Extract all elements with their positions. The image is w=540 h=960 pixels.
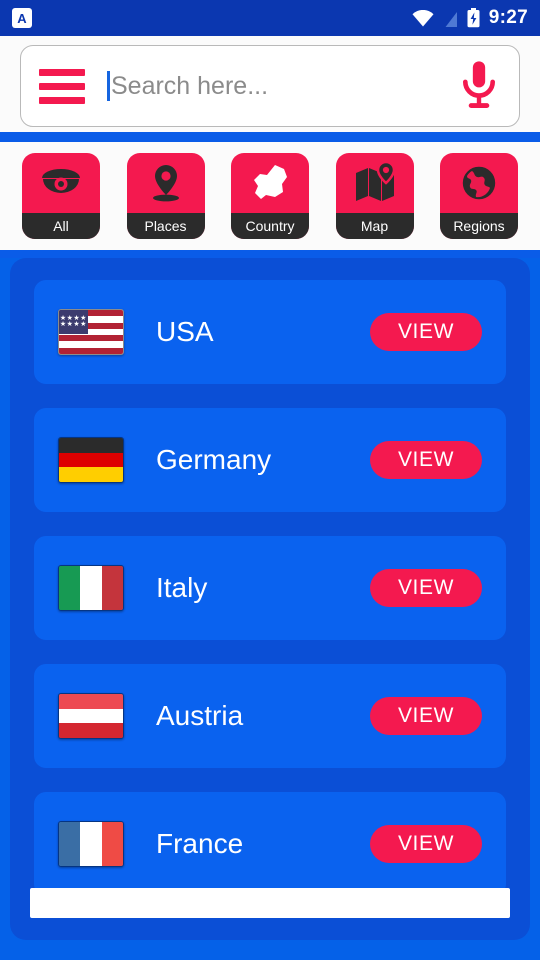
hamburger-menu-icon[interactable] xyxy=(39,68,85,104)
status-bar: A 9:27 xyxy=(0,0,540,36)
category-places[interactable]: Places xyxy=(126,153,205,239)
text-caret xyxy=(107,71,110,101)
category-bar: All Places Country Map Regions xyxy=(0,142,540,250)
category-map[interactable]: Map xyxy=(335,153,414,239)
status-clock: 9:27 xyxy=(488,7,528,28)
globe-icon xyxy=(440,153,518,213)
flag-usa-icon: ★★★★ ★★★★ xyxy=(58,309,124,355)
category-all[interactable]: All xyxy=(22,153,100,239)
search-bar[interactable]: Search here... xyxy=(20,45,520,127)
location-pin-icon xyxy=(127,153,205,213)
view-button[interactable]: VIEW xyxy=(370,569,482,607)
view-button[interactable]: VIEW xyxy=(370,825,482,863)
category-regions[interactable]: Regions xyxy=(440,153,518,239)
category-label: Places xyxy=(126,213,205,239)
folded-map-pin-icon xyxy=(336,153,414,213)
country-name: USA xyxy=(156,316,214,347)
category-label: Country xyxy=(231,213,309,239)
status-icons: 9:27 xyxy=(412,7,528,29)
table-row[interactable]: Germany VIEW xyxy=(34,408,506,512)
flag-austria-icon xyxy=(58,693,124,739)
country-name: France xyxy=(156,828,244,859)
security-camera-icon xyxy=(22,153,100,213)
country-name: Austria xyxy=(156,700,244,731)
notification-letter: A xyxy=(17,10,27,26)
wifi-icon xyxy=(412,9,434,26)
category-label: Regions xyxy=(440,213,518,239)
microphone-icon[interactable] xyxy=(457,60,501,112)
flag-france-icon xyxy=(58,821,124,867)
category-label: Map xyxy=(335,213,414,239)
table-row[interactable]: ★★★★ ★★★★ USA VIEW xyxy=(34,280,506,384)
app-notification-icon: A xyxy=(12,8,32,28)
category-label: All xyxy=(22,213,100,239)
no-signal-icon xyxy=(442,8,458,28)
country-map-shape-icon xyxy=(231,153,309,213)
view-button[interactable]: VIEW xyxy=(370,697,482,735)
battery-charging-icon xyxy=(467,8,480,28)
country-name: Italy xyxy=(156,572,208,603)
country-name: Germany xyxy=(156,444,272,475)
search-input[interactable]: Search here... xyxy=(107,71,457,101)
top-divider xyxy=(0,132,540,142)
view-button[interactable]: VIEW xyxy=(370,441,482,479)
category-bottom-divider xyxy=(0,250,540,258)
category-country[interactable]: Country xyxy=(231,153,309,239)
country-list-panel: ★★★★ ★★★★ USA VIEW Germany VIEW Italy VIE… xyxy=(10,258,530,940)
search-placeholder: Search here... xyxy=(111,71,269,100)
flag-italy-icon xyxy=(58,565,124,611)
table-row[interactable]: Austria VIEW xyxy=(34,664,506,768)
view-button[interactable]: VIEW xyxy=(370,313,482,351)
flag-germany-icon xyxy=(58,437,124,483)
table-row[interactable]: Italy VIEW xyxy=(34,536,506,640)
table-row[interactable]: France VIEW xyxy=(34,792,506,896)
bottom-banner[interactable] xyxy=(30,888,510,918)
